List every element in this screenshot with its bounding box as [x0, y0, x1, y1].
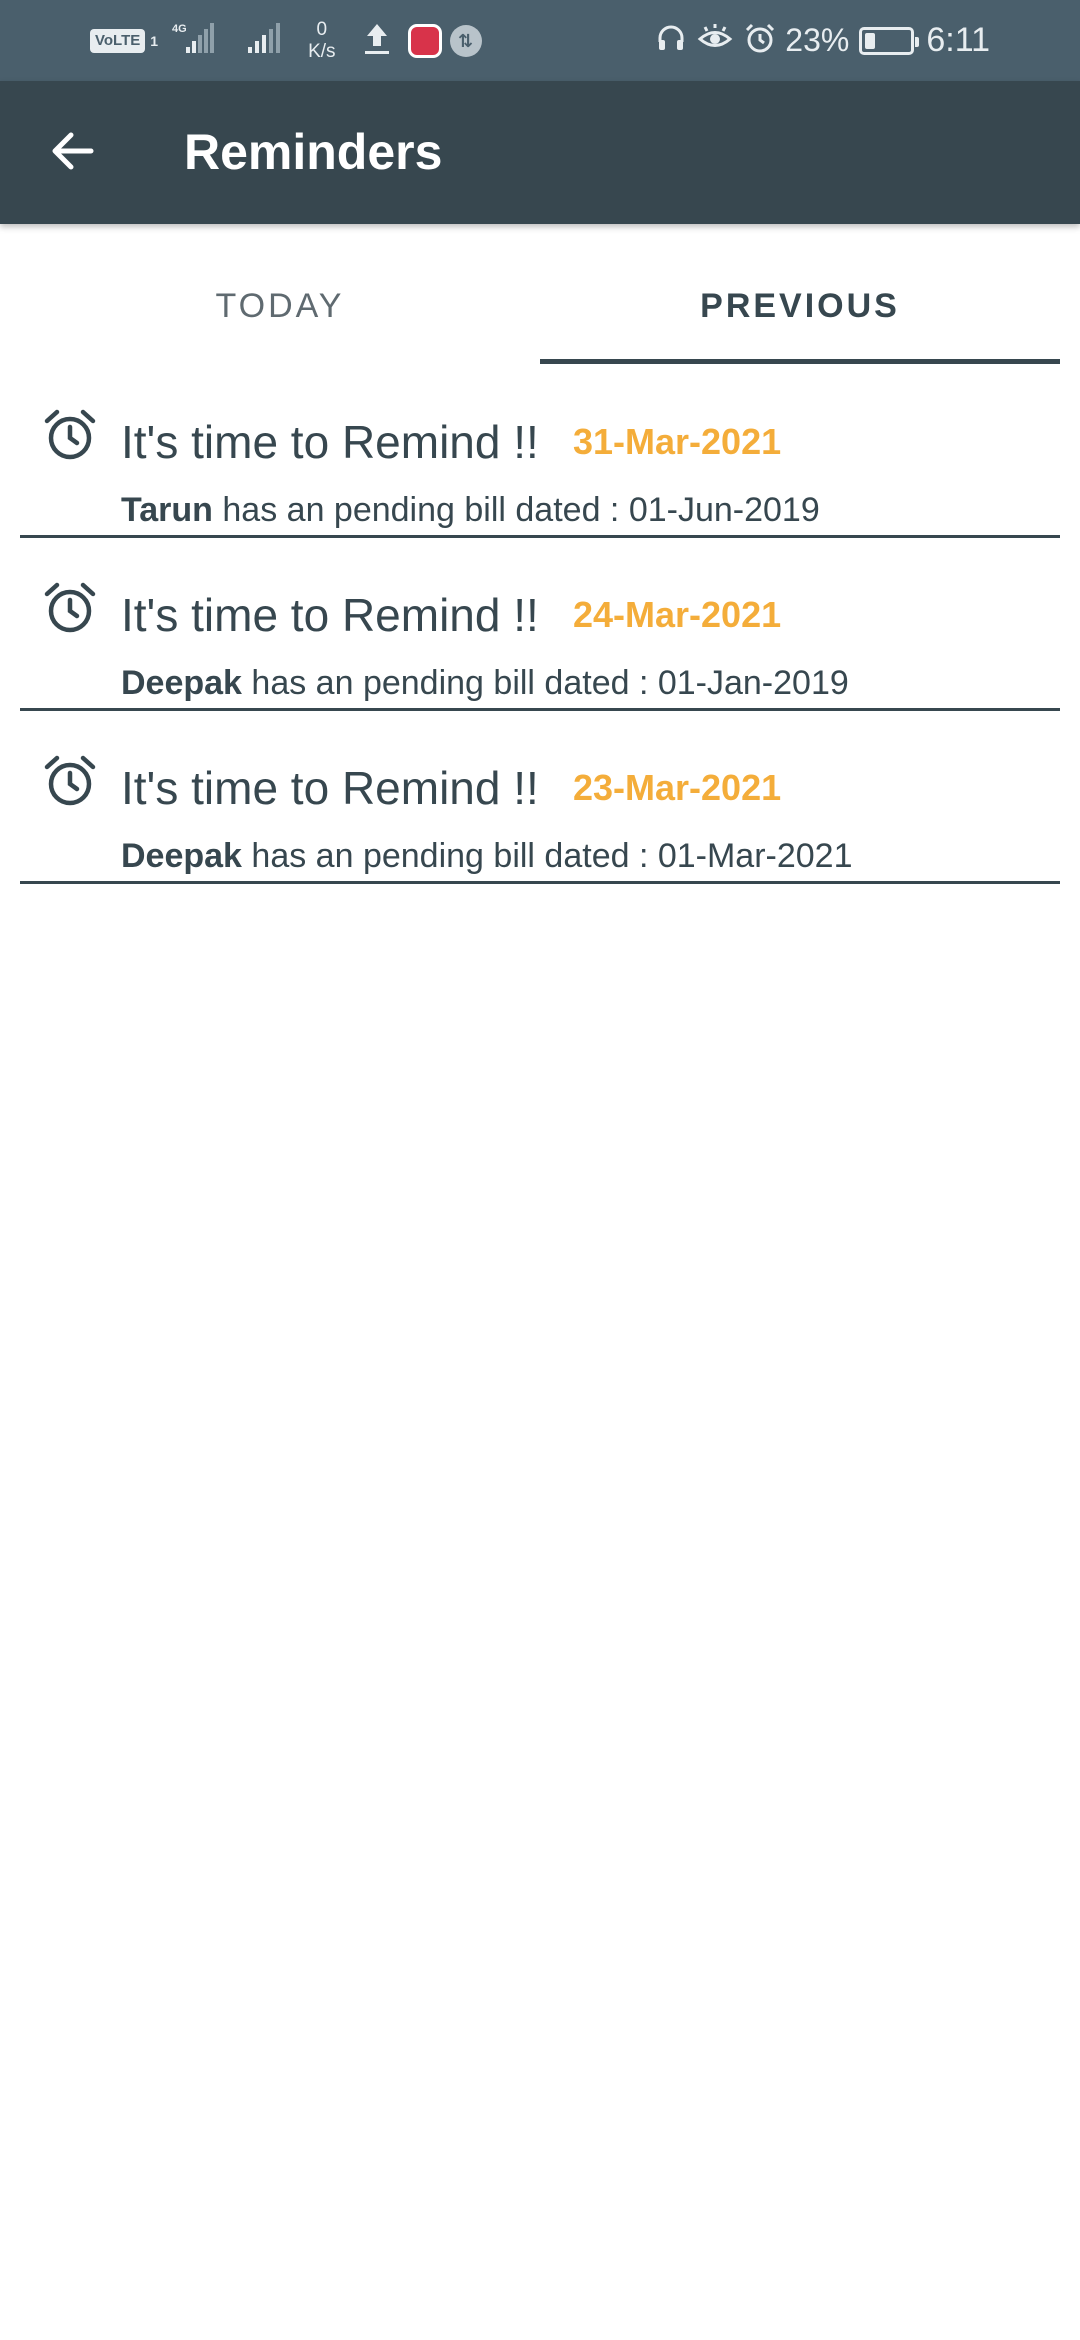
tab-selected-indicator	[540, 359, 1060, 364]
alarm-clock-icon	[42, 753, 98, 814]
reminder-list: It's time to Remind !! 31-Mar-2021 Tarun…	[20, 365, 1060, 884]
reminder-description: Deepak has an pending bill dated : 01-Ja…	[121, 664, 849, 703]
alarm-clock-icon	[42, 407, 98, 468]
reminder-description: Tarun has an pending bill dated : 01-Jun…	[121, 491, 820, 530]
customer-name: Deepak	[121, 837, 242, 875]
svg-text:4G: 4G	[172, 23, 187, 35]
sim-indicator: 1	[150, 32, 159, 49]
app-bar: Reminders	[0, 81, 1080, 224]
page-title: Reminders	[184, 124, 443, 180]
tab-today[interactable]: TODAY	[20, 224, 540, 365]
status-bar-right: 23% 6:11	[645, 0, 990, 81]
reminder-title: It's time to Remind !!	[121, 416, 539, 468]
reminder-item[interactable]: It's time to Remind !! 24-Mar-2021 Deepa…	[20, 538, 1060, 711]
signal-icon	[246, 21, 282, 60]
network-speed: 0 K/s	[308, 19, 335, 63]
reminder-item[interactable]: It's time to Remind !! 31-Mar-2021 Tarun…	[20, 365, 1060, 538]
battery-percent: 23%	[785, 22, 850, 58]
status-bar: VoLTE 1 4G 0 K/s ⇅ 23% 6:11	[0, 0, 1080, 81]
back-button[interactable]	[30, 117, 114, 189]
tab-bar: TODAY PREVIOUS	[0, 224, 1080, 365]
reminder-text: has an pending bill dated : 01-Jun-2019	[222, 491, 820, 529]
volte-badge: VoLTE	[90, 28, 146, 53]
reminder-date: 31-Mar-2021	[573, 421, 782, 462]
customer-name: Deepak	[121, 664, 242, 702]
reminder-text: has an pending bill dated : 01-Mar-2021	[251, 837, 853, 875]
reminder-title: It's time to Remind !!	[121, 589, 539, 641]
battery-icon	[859, 26, 920, 55]
customer-name: Tarun	[121, 491, 213, 529]
arrow-left-icon	[49, 131, 95, 176]
status-time: 6:11	[926, 21, 990, 59]
network-speed-value: 0	[316, 18, 328, 40]
app-notification-icon	[407, 23, 442, 58]
upload-icon	[362, 20, 392, 61]
reminder-date: 24-Mar-2021	[573, 594, 782, 635]
reminder-item[interactable]: It's time to Remind !! 23-Mar-2021 Deepa…	[20, 711, 1060, 884]
reminder-date: 23-Mar-2021	[573, 767, 782, 808]
data-transfer-icon: ⇅	[449, 24, 482, 57]
eye-comfort-icon	[697, 22, 733, 59]
battery-fill	[865, 32, 876, 49]
status-bar-left: VoLTE 1 4G 0 K/s ⇅	[90, 0, 482, 81]
alarm-status-icon	[743, 21, 777, 60]
reminder-text: has an pending bill dated : 01-Jan-2019	[251, 664, 849, 702]
network-speed-unit: K/s	[308, 40, 336, 62]
headphones-icon	[655, 22, 687, 59]
alarm-clock-icon	[42, 580, 98, 641]
reminder-title: It's time to Remind !!	[121, 762, 539, 814]
reminder-description: Deepak has an pending bill dated : 01-Ma…	[121, 837, 853, 876]
signal-4g-icon: 4G	[172, 21, 220, 60]
tab-previous[interactable]: PREVIOUS	[540, 224, 1060, 365]
